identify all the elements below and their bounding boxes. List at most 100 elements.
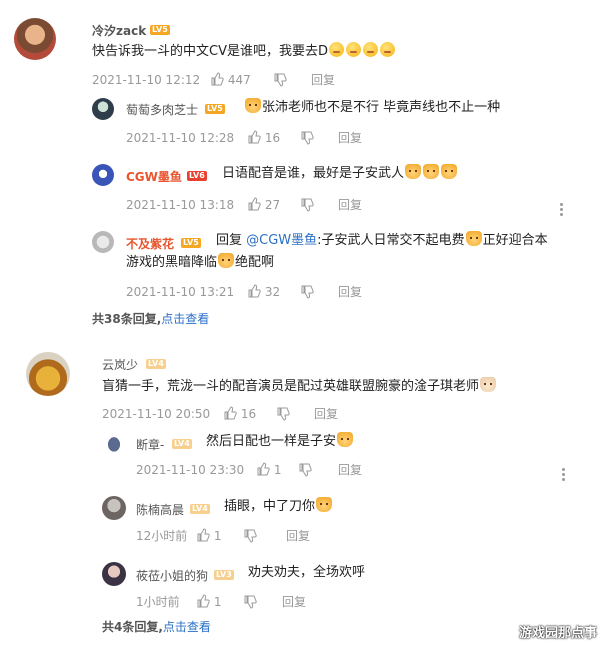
avatar[interactable] bbox=[14, 18, 56, 60]
emoji-icon bbox=[441, 164, 458, 179]
user-name[interactable]: 陈楠高晨 bbox=[136, 501, 184, 518]
like-count: 16 bbox=[264, 131, 281, 145]
reply-text: 回复 @CGW墨鱼:子安武人日常交不起电费 正好迎合本 bbox=[216, 231, 548, 248]
level-badge: LV6 bbox=[187, 171, 207, 181]
avatar[interactable] bbox=[102, 496, 126, 520]
like-button[interactable]: 16 bbox=[247, 130, 280, 146]
emoji-icon bbox=[218, 253, 235, 268]
user-name[interactable]: 云岚少 bbox=[102, 356, 138, 373]
user-name[interactable]: 莜莅小姐的狗 bbox=[136, 567, 208, 584]
reply-text: 劝夫劝夫，全场欢呼 bbox=[248, 565, 366, 580]
reply-button[interactable]: 回复 bbox=[338, 130, 362, 146]
user-name[interactable]: 断章- bbox=[136, 436, 164, 453]
dislike-icon[interactable] bbox=[300, 198, 314, 212]
reply-prefix: 回复 bbox=[216, 233, 243, 248]
reply-button[interactable]: 回复 bbox=[282, 594, 306, 610]
emoji-icon bbox=[379, 42, 395, 57]
like-button[interactable]: 1 bbox=[256, 462, 281, 478]
avatar[interactable] bbox=[92, 98, 114, 120]
mention-link[interactable]: @CGW墨鱼 bbox=[246, 233, 317, 248]
user-name[interactable]: 冷汐zack bbox=[92, 22, 146, 39]
reply-time: 12小时前 bbox=[136, 529, 188, 543]
reply-text: 然后日配也一样是子安 bbox=[206, 432, 354, 452]
avatar[interactable] bbox=[102, 562, 126, 586]
like-icon bbox=[197, 528, 210, 542]
like-button[interactable]: 16 bbox=[223, 406, 256, 422]
level-badge: LV4 bbox=[146, 359, 166, 369]
like-count: 1 bbox=[213, 529, 222, 543]
like-count: 16 bbox=[240, 407, 257, 421]
replies-summary: 共38条回复,点击查看 bbox=[92, 312, 210, 326]
avatar[interactable] bbox=[92, 164, 114, 186]
emoji-icon bbox=[480, 377, 497, 392]
emoji-icon bbox=[423, 164, 440, 179]
like-icon bbox=[197, 594, 210, 608]
reply-text: 日语配音是谁，最好是子安武人 bbox=[222, 164, 458, 184]
user-name[interactable]: CGW墨鱼 bbox=[126, 168, 182, 185]
like-icon bbox=[248, 130, 261, 144]
reply-time: 2021-11-10 23:30 bbox=[136, 463, 245, 477]
emoji-icon bbox=[465, 231, 482, 246]
emoji-icon bbox=[405, 164, 422, 179]
more-icon[interactable] bbox=[560, 203, 564, 217]
comment-time: 2021-11-10 12:12 bbox=[92, 73, 201, 87]
like-icon bbox=[224, 406, 237, 420]
reply-text-line2: 游戏的黑暗降临 绝配啊 bbox=[126, 253, 275, 270]
like-button[interactable]: 32 bbox=[247, 284, 280, 300]
like-count: 1 bbox=[273, 463, 282, 477]
view-replies-link[interactable]: 点击查看 bbox=[163, 620, 211, 634]
level-badge: LV4 bbox=[172, 439, 192, 449]
like-count: 447 bbox=[227, 73, 251, 87]
reply-button[interactable]: 回复 bbox=[311, 72, 335, 88]
view-replies-link[interactable]: 点击查看 bbox=[161, 312, 209, 326]
watermark: 游戏园那点事 bbox=[518, 626, 597, 641]
emoji-icon bbox=[316, 497, 333, 512]
reply-time: 2021-11-10 13:21 bbox=[126, 285, 235, 299]
comment-time: 2021-11-10 20:50 bbox=[102, 407, 211, 421]
emoji-icon bbox=[245, 98, 261, 113]
like-button[interactable]: 447 bbox=[210, 72, 251, 88]
reply-button[interactable]: 回复 bbox=[338, 462, 362, 478]
reply-text: 张沛老师也不是不行 毕竟声线也不止一种 bbox=[244, 98, 500, 118]
emoji-icon bbox=[345, 42, 361, 57]
like-button[interactable]: 1 bbox=[196, 528, 221, 544]
reply-button[interactable]: 回复 bbox=[286, 528, 310, 544]
dislike-icon[interactable] bbox=[298, 463, 312, 477]
reply-button[interactable]: 回复 bbox=[338, 197, 362, 213]
like-icon bbox=[248, 197, 261, 211]
user-name[interactable]: 萄萄多肉芝士 bbox=[126, 101, 198, 118]
like-count: 1 bbox=[213, 595, 222, 609]
level-badge: LV3 bbox=[214, 570, 234, 580]
level-badge: LV5 bbox=[205, 104, 225, 114]
like-count: 32 bbox=[264, 285, 281, 299]
like-icon bbox=[248, 284, 261, 298]
avatar[interactable] bbox=[26, 352, 70, 396]
avatar[interactable] bbox=[92, 231, 114, 253]
dislike-icon[interactable] bbox=[276, 407, 290, 421]
dislike-icon[interactable] bbox=[273, 73, 287, 87]
dislike-icon[interactable] bbox=[243, 529, 257, 543]
reply-time: 2021-11-10 12:28 bbox=[126, 131, 235, 145]
like-button[interactable]: 27 bbox=[247, 197, 280, 213]
reply-button[interactable]: 回复 bbox=[314, 406, 338, 422]
like-icon bbox=[257, 462, 270, 476]
dislike-icon[interactable] bbox=[300, 131, 314, 145]
dislike-icon[interactable] bbox=[243, 595, 257, 609]
more-icon[interactable] bbox=[562, 468, 566, 482]
emoji-icon bbox=[328, 42, 344, 57]
level-badge: LV5 bbox=[181, 238, 201, 248]
emoji-icon bbox=[337, 432, 354, 447]
level-badge: LV5 bbox=[150, 25, 170, 35]
comment-text: 盲猜一手，荒泷一斗的配音演员是配过英雄联盟腕豪的淦子琪老师 bbox=[102, 377, 497, 397]
like-button[interactable]: 1 bbox=[196, 594, 221, 610]
reply-time: 1小时前 bbox=[136, 595, 180, 609]
replies-summary: 共4条回复,点击查看 bbox=[102, 620, 211, 634]
reply-time: 2021-11-10 13:18 bbox=[126, 198, 235, 212]
user-name[interactable]: 不及紫花 bbox=[126, 235, 174, 252]
emoji-icon bbox=[362, 42, 378, 57]
like-icon bbox=[211, 72, 224, 86]
reply-text: 插眼，中了刀你 bbox=[224, 497, 333, 517]
dislike-icon[interactable] bbox=[300, 285, 314, 299]
reply-button[interactable]: 回复 bbox=[338, 284, 362, 300]
avatar[interactable] bbox=[102, 430, 126, 454]
